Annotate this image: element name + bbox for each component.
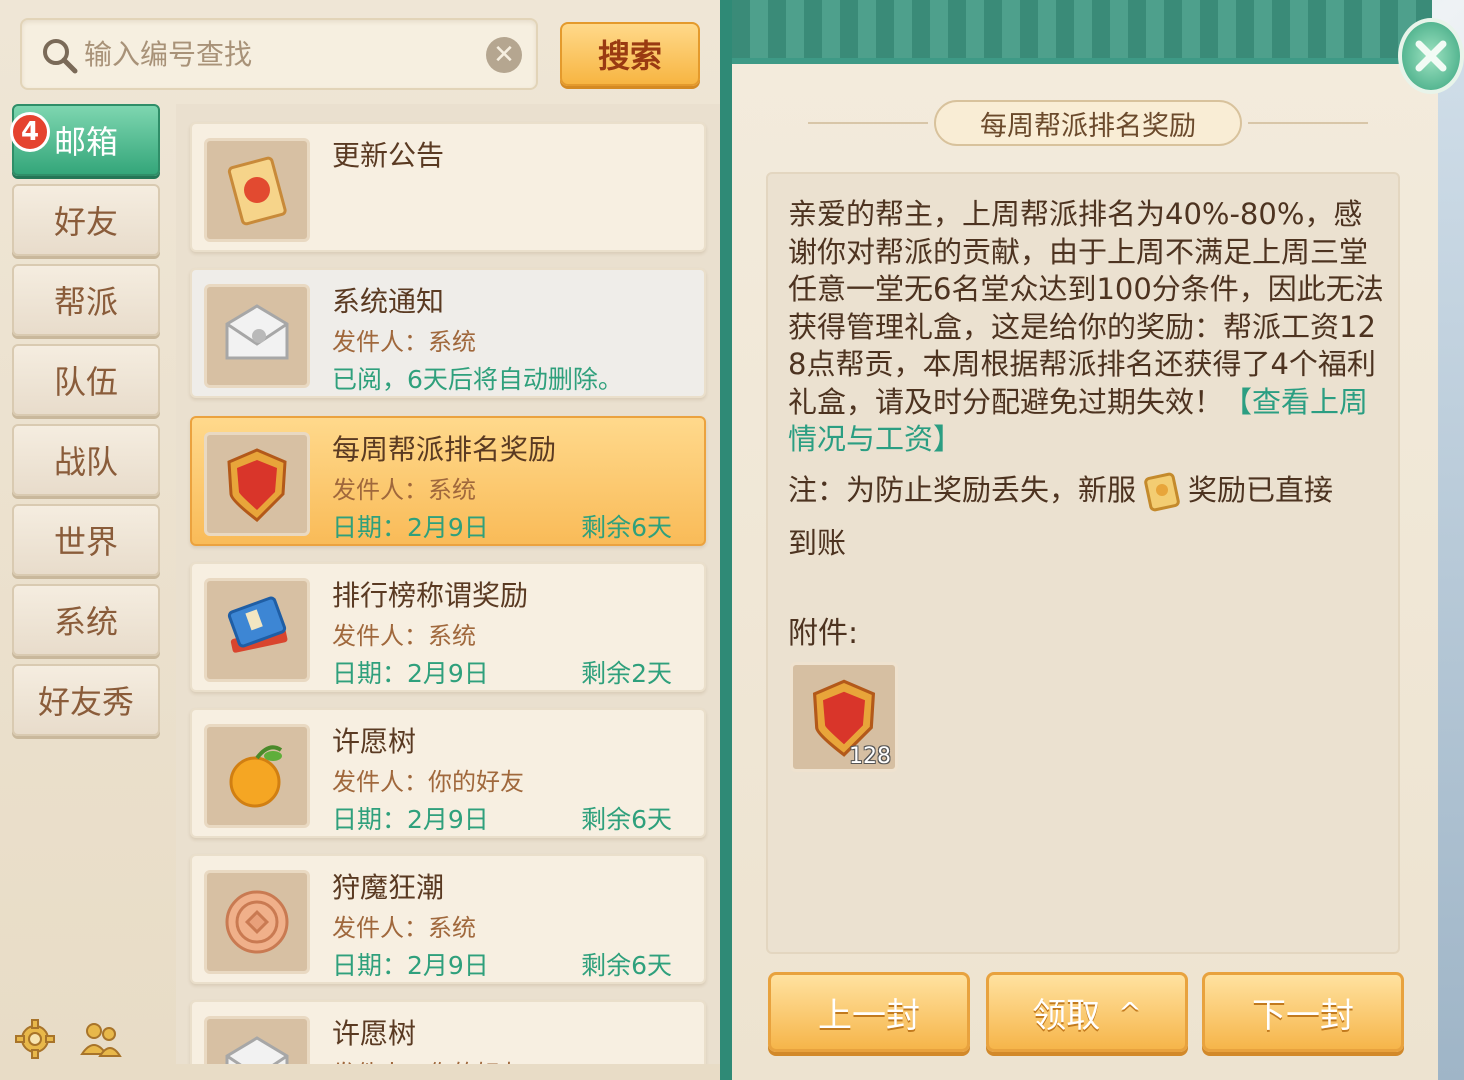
wish-fruit-icon xyxy=(204,724,310,828)
mail-item-selected[interactable]: 每周帮派排名奖励 发件人：系统 日期：2月9日 剩余6天 xyxy=(190,416,706,546)
mail-sender: 发件人：系统 xyxy=(332,914,476,942)
search-button[interactable]: 搜索 xyxy=(560,22,700,86)
envelope-icon xyxy=(204,284,310,388)
mail-sender: 发件人：系统 xyxy=(332,328,476,356)
title-ornament-left xyxy=(808,122,928,124)
mail-title: 许愿树 xyxy=(332,1017,417,1050)
mail-item[interactable]: 更新公告 xyxy=(190,122,706,252)
mail-item[interactable]: 许愿树 发件人：你的好友 xyxy=(190,1000,706,1064)
tab-label: 队伍 xyxy=(53,363,118,401)
tab-label: 好友秀 xyxy=(37,683,134,721)
attachment-label: 附件: xyxy=(788,616,859,651)
scroll-icon xyxy=(1144,472,1180,512)
mail-list[interactable]: 更新公告 系统通知 发件人：系统 已阅，6天后将自动删除。 每周帮派排名奖励 发… xyxy=(176,104,720,1064)
mail-item[interactable]: 狩魔狂潮 发件人：系统 日期：2月9日 剩余6天 xyxy=(190,854,706,984)
mail-body: 亲爱的帮主，上周帮派排名为40%-80%，感谢你对帮派的贡献，由于上周不满足上周… xyxy=(788,196,1388,459)
tab-label: 邮箱 xyxy=(53,123,118,161)
search-box: ✕ xyxy=(20,18,538,90)
tab-label: 战队 xyxy=(53,443,118,481)
mail-title: 更新公告 xyxy=(332,139,445,172)
mail-remaining-days: 剩余6天 xyxy=(581,513,672,542)
prev-mail-button[interactable]: 上一封 xyxy=(768,972,970,1052)
mail-title: 狩魔狂潮 xyxy=(332,871,445,904)
button-label: 领取 xyxy=(1032,995,1101,1036)
attachment-quantity: 128 xyxy=(849,744,891,769)
chevron-up-icon[interactable]: ^ xyxy=(1118,996,1141,1029)
tab-guild[interactable]: 帮派 xyxy=(12,264,160,336)
mail-title: 每周帮派排名奖励 xyxy=(332,433,557,466)
button-label: 下一封 xyxy=(1252,995,1354,1036)
mail-title: 排行榜称谓奖励 xyxy=(332,579,529,612)
mail-sender: 发件人：你的好友 xyxy=(332,768,524,796)
mail-date: 日期：2月9日 xyxy=(332,513,489,542)
tab-system[interactable]: 系统 xyxy=(12,584,160,656)
tab-mailbox[interactable]: 邮箱 4 xyxy=(10,104,160,176)
mail-remaining-days: 剩余2天 xyxy=(581,659,672,688)
tab-label: 好友 xyxy=(53,203,118,241)
close-button[interactable] xyxy=(1398,18,1464,94)
note-text: 注：为防止奖励丢失，新服 xyxy=(788,473,1137,507)
roof-decoration xyxy=(732,0,1432,58)
attachment-slot[interactable]: 128 xyxy=(790,662,898,772)
mail-remaining-days: 剩余6天 xyxy=(581,951,672,980)
mail-remaining-days: 剩余6天 xyxy=(581,805,672,834)
tab-friends[interactable]: 好友 xyxy=(12,184,160,256)
button-label: 上一封 xyxy=(818,995,920,1036)
tab-label: 系统 xyxy=(53,603,118,641)
contribution-badge-icon xyxy=(204,432,310,536)
tab-label: 帮派 xyxy=(53,283,118,321)
mail-item[interactable]: 许愿树 发件人：你的好友 日期：2月9日 剩余6天 xyxy=(190,708,706,838)
note-tail: 到账 xyxy=(788,526,847,560)
mail-date: 日期：2月9日 xyxy=(332,805,489,834)
mail-sender: 发件人：你的好友 xyxy=(332,1054,524,1064)
claim-button[interactable]: 领取 ^ xyxy=(986,972,1188,1052)
mail-date: 日期：2月9日 xyxy=(332,951,489,980)
tab-team[interactable]: 队伍 xyxy=(12,344,160,416)
unread-count-badge: 4 xyxy=(10,112,50,152)
friends-icon[interactable] xyxy=(80,1018,122,1060)
mail-title: 许愿树 xyxy=(332,725,417,758)
tab-friend-show[interactable]: 好友秀 xyxy=(12,664,160,736)
gear-icon[interactable] xyxy=(14,1018,56,1060)
mail-note: 注：为防止奖励丢失，新服 奖励已直接 xyxy=(788,470,1388,514)
panel-divider xyxy=(720,0,732,1080)
note-text: 奖励已直接 xyxy=(1188,473,1334,507)
mail-read-note: 已阅，6天后将自动删除。 xyxy=(332,365,623,394)
mail-title: 系统通知 xyxy=(332,285,445,318)
clear-icon[interactable]: ✕ xyxy=(486,37,522,73)
title-ornament-right xyxy=(1248,122,1368,124)
book-stack-icon xyxy=(204,578,310,682)
mail-item[interactable]: 系统通知 发件人：系统 已阅，6天后将自动删除。 xyxy=(190,268,706,398)
tab-label: 世界 xyxy=(53,523,118,561)
close-icon xyxy=(1415,40,1447,72)
announcement-scroll-icon xyxy=(204,138,310,242)
mail-sender: 发件人：系统 xyxy=(332,622,476,650)
mail-item[interactable]: 排行榜称谓奖励 发件人：系统 日期：2月9日 剩余2天 xyxy=(190,562,706,692)
tab-world[interactable]: 世界 xyxy=(12,504,160,576)
search-input[interactable] xyxy=(84,32,464,76)
tab-battle-team[interactable]: 战队 xyxy=(12,424,160,496)
mail-sender: 发件人：系统 xyxy=(332,476,476,504)
search-icon xyxy=(43,39,78,74)
mail-detail-title: 每周帮派排名奖励 xyxy=(934,100,1242,146)
mail-date: 日期：2月9日 xyxy=(332,659,489,688)
coin-icon xyxy=(204,870,310,974)
envelope-icon xyxy=(204,1016,310,1064)
next-mail-button[interactable]: 下一封 xyxy=(1202,972,1404,1052)
frame-edge xyxy=(1438,58,1464,1080)
